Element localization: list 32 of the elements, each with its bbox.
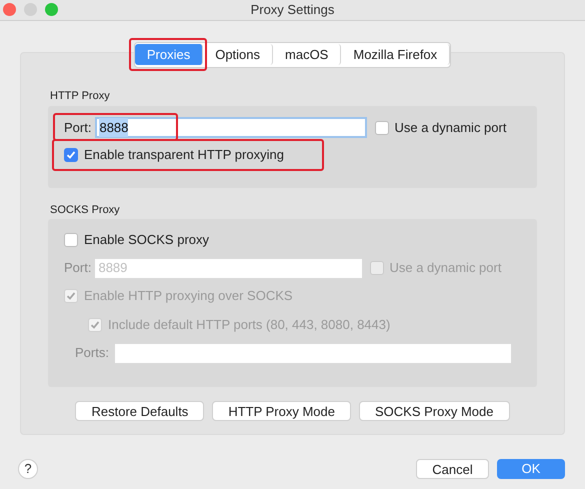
checkbox[interactable]	[64, 233, 78, 247]
section-heading: SOCKS Proxy	[50, 202, 121, 218]
ports-field[interactable]	[114, 344, 511, 362]
port-value: 8888	[99, 118, 128, 138]
checkbox[interactable]	[375, 120, 390, 134]
port-field[interactable]: 8888	[95, 117, 368, 138]
checkbox-label: Enable HTTP proxying over SOCKS	[84, 287, 293, 306]
checkbox[interactable]	[64, 148, 78, 162]
section-heading: HTTP Proxy	[50, 89, 111, 104]
maximize-icon[interactable]	[45, 3, 58, 16]
ports-label: Ports:	[75, 344, 109, 362]
checkbox-label: Use a dynamic port	[389, 259, 502, 278]
mode-button[interactable]: SOCKS Proxy Mode	[359, 401, 510, 421]
tab[interactable]: Options	[203, 44, 274, 66]
checkbox-label: Include default HTTP ports (80, 443, 8080, 8443)	[108, 316, 390, 334]
cancel-button[interactable]: Cancel	[416, 459, 489, 479]
checkbox-label: Enable SOCKS proxy	[84, 231, 210, 250]
tab[interactable]: macOS	[273, 44, 342, 66]
port-label: Port:	[64, 118, 92, 137]
tab[interactable]: Mozilla Firefox	[341, 44, 450, 66]
checkbox-label: Enable transparent HTTP proxying	[84, 146, 284, 164]
check-icon	[90, 320, 100, 330]
help-button[interactable]: ?	[18, 459, 38, 479]
port-label: Port:	[64, 259, 92, 278]
check-icon	[66, 150, 76, 160]
mode-button[interactable]: Restore Defaults	[75, 401, 204, 421]
check-icon	[66, 291, 76, 301]
checkbox-label: Use a dynamic port	[394, 118, 506, 137]
window-title: Proxy Settings	[250, 1, 334, 20]
close-icon[interactable]	[3, 3, 16, 16]
port-field[interactable]: 8889	[95, 258, 362, 278]
mode-button[interactable]: HTTP Proxy Mode	[212, 401, 351, 421]
